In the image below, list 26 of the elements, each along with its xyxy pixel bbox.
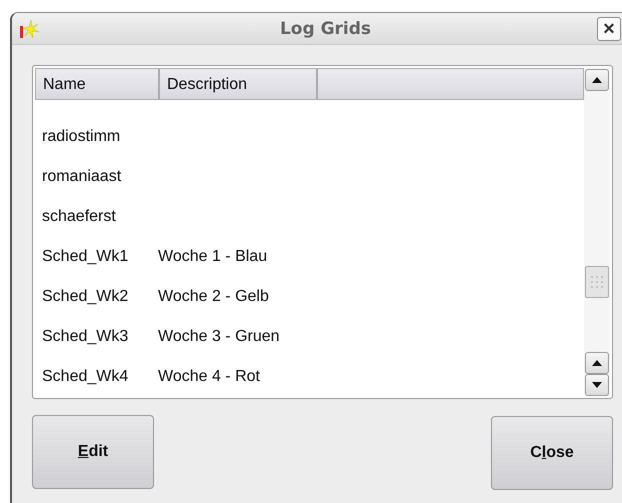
table-cell: Woche 4 - Rot bbox=[158, 368, 260, 386]
column-header[interactable]: Description bbox=[159, 68, 317, 100]
table-cell-text: radiostimm bbox=[41, 128, 122, 146]
scroll-up-button[interactable] bbox=[585, 69, 609, 91]
table-cell: Woche 1 - Blau bbox=[158, 248, 268, 266]
scroll-up-button[interactable] bbox=[585, 352, 609, 374]
table-cell-text: romaniaast bbox=[41, 168, 122, 186]
up-arrow-icon bbox=[592, 360, 602, 366]
scroll-down-button[interactable] bbox=[585, 374, 609, 396]
down-arrow-icon bbox=[592, 382, 602, 388]
close-dialog-button[interactable]: Close bbox=[491, 416, 613, 490]
column-header[interactable]: Name bbox=[35, 68, 159, 100]
up-arrow-icon bbox=[592, 77, 602, 83]
close-button[interactable]: × bbox=[597, 16, 621, 40]
table-cell: Woche 3 - Gruen bbox=[158, 328, 280, 346]
app-icon bbox=[18, 18, 40, 40]
table-cell: Woche 2 - Gelb bbox=[158, 288, 269, 306]
table-cell-text: Sched_Wk3 bbox=[41, 328, 130, 346]
scrollbar[interactable] bbox=[584, 68, 610, 396]
table-cell-text: Sched_Wk4 bbox=[41, 368, 130, 386]
table-cell-text: Sched_Wk2 bbox=[41, 288, 130, 306]
edit-button[interactable]: Edit bbox=[32, 415, 154, 489]
window-title: Log Grids bbox=[278, 18, 372, 38]
table-cell-text: schaeferst bbox=[41, 208, 117, 226]
scroll-thumb[interactable] bbox=[585, 266, 609, 298]
table-cell-text: Sched_Wk1 bbox=[41, 248, 130, 266]
